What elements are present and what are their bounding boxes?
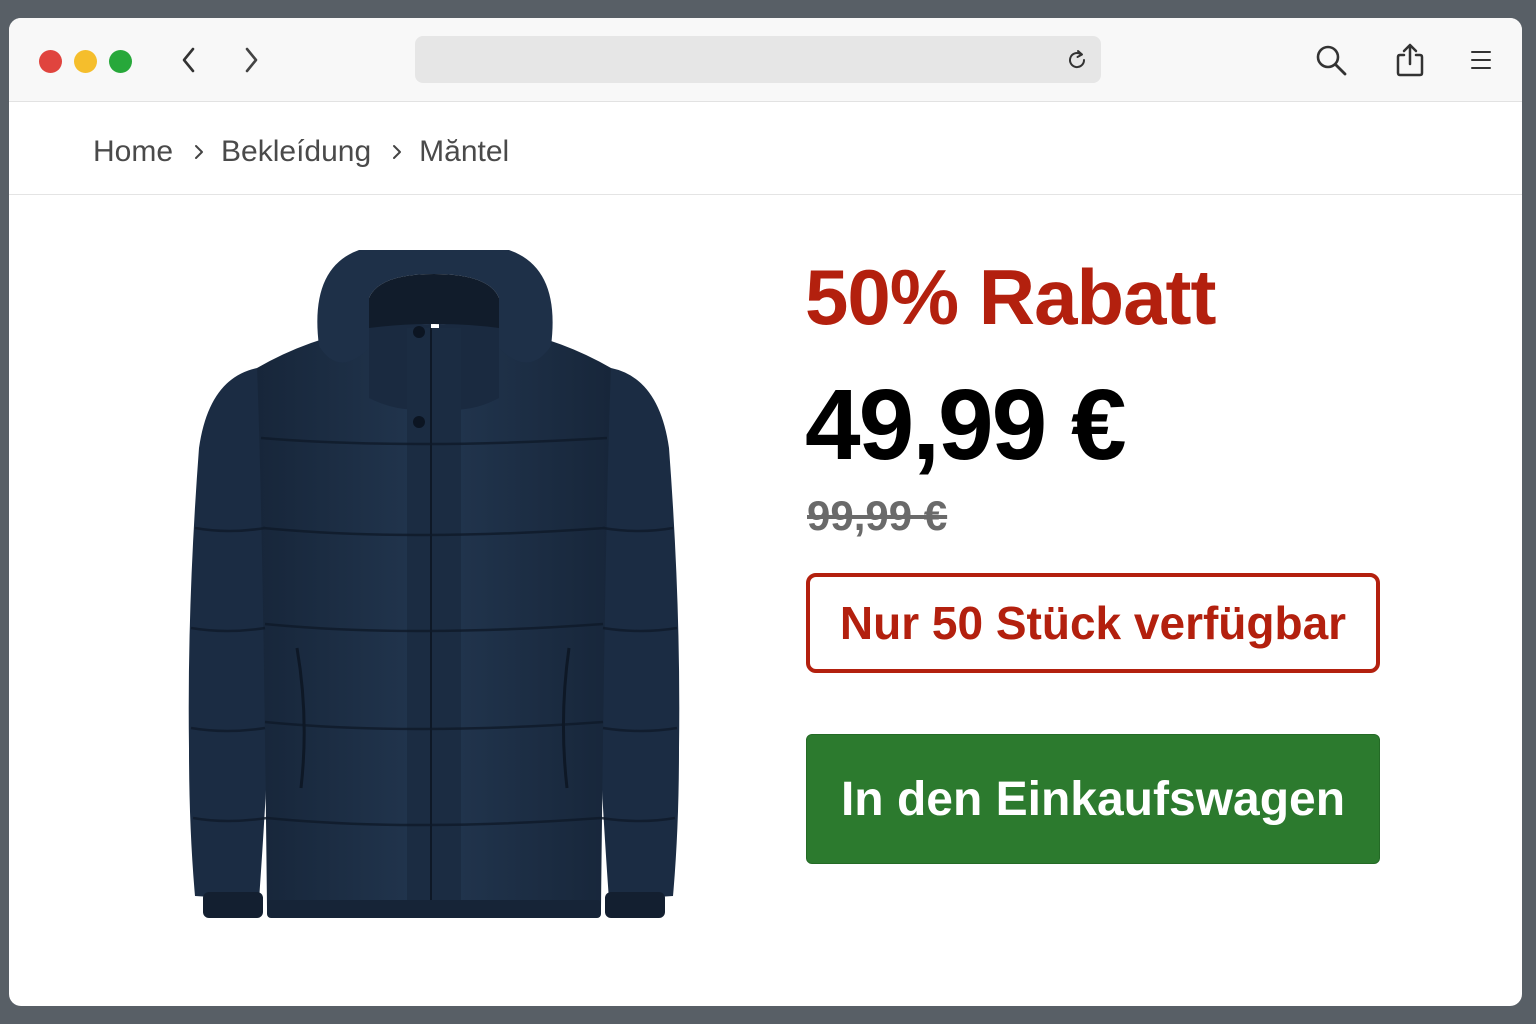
breadcrumb-coats[interactable]: Măntel [419, 135, 509, 169]
forward-button[interactable] [233, 42, 269, 78]
back-button[interactable] [171, 42, 207, 78]
browser-toolbar [9, 18, 1522, 102]
browser-window: Home Bekleídung Măntel 50% Rabatt 49,99 … [9, 18, 1522, 1006]
breadcrumb-clothing[interactable]: Bekleídung [221, 135, 371, 169]
menu-icon [1471, 51, 1491, 69]
search-button[interactable] [1311, 40, 1351, 80]
url-input[interactable] [429, 36, 1053, 85]
close-window-button[interactable] [39, 50, 62, 73]
product-image [169, 228, 699, 928]
search-icon [1316, 45, 1347, 76]
chevron-right-icon [245, 47, 258, 73]
chevron-right-icon [193, 143, 205, 161]
header-divider [9, 194, 1522, 195]
share-button[interactable] [1390, 40, 1430, 80]
current-price: 49,99 € [805, 369, 1127, 481]
reload-icon [1069, 50, 1086, 69]
stock-badge: Nur 50 Stück verfügbar [806, 573, 1380, 673]
zoom-window-button[interactable] [109, 50, 132, 73]
reload-button[interactable] [1063, 46, 1091, 74]
address-bar[interactable] [415, 36, 1101, 85]
puffer-jacket-image [188, 250, 680, 918]
discount-label: 50% Rabatt [805, 253, 1216, 341]
breadcrumb-home[interactable]: Home [93, 135, 173, 169]
share-icon [1396, 43, 1424, 77]
menu-button[interactable] [1461, 40, 1501, 80]
breadcrumb: Home Bekleídung Măntel [93, 132, 509, 172]
chevron-left-icon [182, 47, 195, 73]
chevron-right-icon [391, 143, 403, 161]
minimize-window-button[interactable] [74, 50, 97, 73]
original-price: 99,99 € [807, 492, 948, 539]
add-to-cart-button[interactable]: In den Einkaufswagen [806, 734, 1380, 864]
